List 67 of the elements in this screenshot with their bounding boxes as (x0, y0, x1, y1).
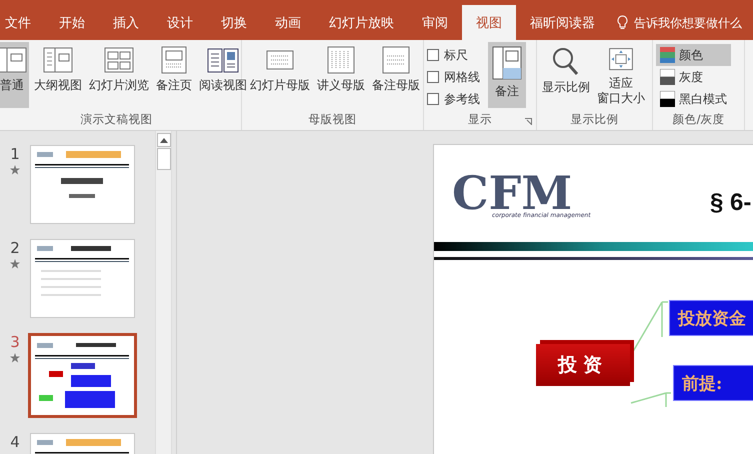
branch-block: 前提: (673, 365, 753, 401)
slide-thumbnail[interactable] (28, 333, 137, 418)
ribbon-tab[interactable]: 视图 (462, 5, 516, 40)
zoom-button[interactable]: 适应 窗口大小 (595, 42, 647, 108)
slide-thumbnail[interactable] (30, 239, 135, 318)
color-mode-button[interactable]: 黑白模式 (656, 88, 731, 110)
scroll-up-button[interactable] (156, 133, 170, 147)
checkbox[interactable] (427, 93, 439, 105)
group-label: 演示文稿视图 (80, 111, 154, 128)
slide-thumbnail[interactable] (30, 145, 135, 224)
group-label: 母版视图 (308, 111, 358, 128)
dialog-launcher-icon[interactable] (525, 118, 532, 125)
master-view-button[interactable]: 备注母版 (370, 42, 422, 108)
page-icon (159, 46, 189, 74)
caret-up-icon (160, 138, 168, 142)
ribbon-tab[interactable]: 插入 (99, 5, 153, 40)
slide-number: 4 (10, 433, 20, 451)
swatch-icon (660, 69, 675, 85)
group-label: 显示 (468, 112, 492, 127)
ribbon-tab[interactable]: 幻灯片放映 (315, 5, 408, 40)
branch-block: 投放资金 (669, 300, 753, 336)
color-mode-button[interactable]: 颜色 (656, 44, 731, 66)
swatch-icon (660, 47, 675, 63)
grid-icon (104, 46, 134, 74)
checkbox-label: 网格线 (444, 68, 480, 86)
ribbon-tab[interactable]: 文件 (0, 5, 45, 40)
notes-page-icon (381, 46, 411, 74)
notes-button[interactable]: 备注 (488, 42, 526, 108)
notes-pane-icon (492, 46, 522, 80)
slide-title: § 6- (710, 189, 752, 217)
view-button[interactable]: 普通 (0, 42, 29, 108)
view-button[interactable]: 大纲视图 (32, 42, 84, 108)
slide-number: 3 (10, 333, 20, 351)
lightbulb-icon (617, 15, 628, 30)
handout-icon (326, 46, 356, 74)
swatch-icon (660, 91, 675, 107)
book-icon (207, 46, 239, 74)
ribbon-tab[interactable]: 福昕阅读器 (516, 5, 609, 40)
ribbon-tab[interactable]: 开始 (45, 5, 99, 40)
search-icon (551, 46, 581, 78)
checkbox-option[interactable]: 参考线 (427, 88, 480, 110)
view-button[interactable]: 幻灯片浏览 (87, 42, 151, 108)
zoom-button[interactable]: 显示比例 (540, 42, 592, 108)
group-label: 显示比例 (570, 111, 620, 128)
checkbox-label: 参考线 (444, 90, 480, 108)
checkbox-option[interactable]: 网格线 (427, 66, 480, 88)
tell-me-field[interactable]: 告诉我你想要做什么 (632, 14, 753, 30)
topic-block: 投资 (536, 344, 630, 386)
master-view-button[interactable]: 讲义母版 (315, 42, 367, 108)
master-view-button[interactable]: 幻灯片母版 (248, 42, 312, 108)
outline-icon (43, 46, 73, 74)
slide-number: 2 (10, 239, 20, 257)
slide-number: 1 (10, 145, 20, 163)
ribbon-tab[interactable]: 审阅 (408, 5, 462, 40)
view-button[interactable]: 备注页 (154, 42, 194, 108)
checkbox[interactable] (427, 49, 439, 61)
view-button[interactable]: 阅读视图 (197, 42, 249, 108)
group-label: 颜色/灰度 (672, 111, 726, 128)
layout-icon (0, 46, 27, 74)
ribbon-tab[interactable]: 动画 (261, 5, 315, 40)
checkbox-label: 标尺 (444, 46, 468, 64)
checkbox[interactable] (427, 71, 439, 83)
color-mode-button[interactable]: 灰度 (656, 66, 731, 88)
scrollbar-thumb[interactable] (156, 148, 170, 170)
ribbon-tab[interactable]: 设计 (153, 5, 207, 40)
ribbon-tab[interactable]: 切换 (207, 5, 261, 40)
checkbox-option[interactable]: 标尺 (427, 44, 480, 66)
